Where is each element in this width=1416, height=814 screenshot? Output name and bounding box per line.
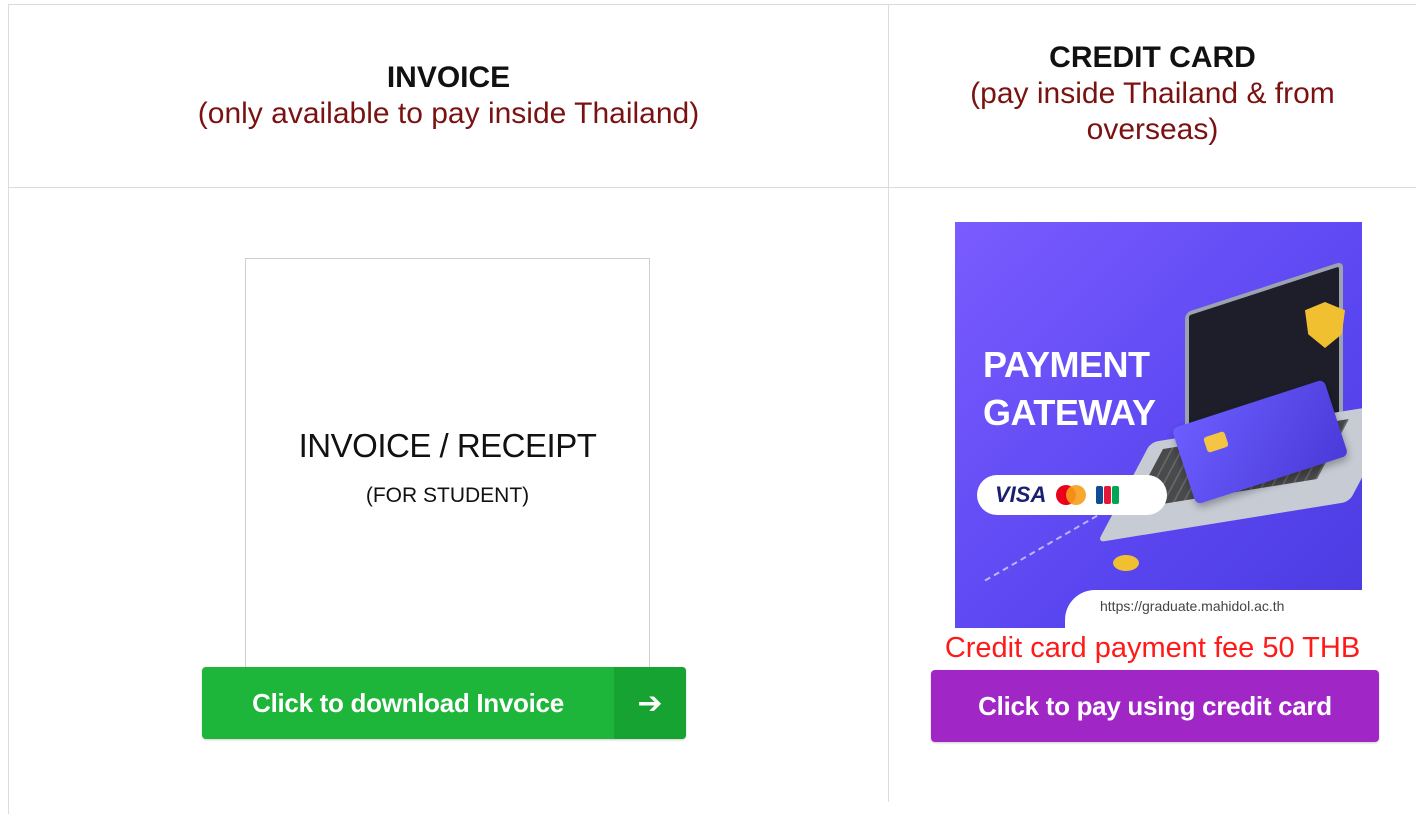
row-divider	[8, 187, 1416, 188]
payment-gateway-banner: PAYMENT GATEWAY VISA https://graduate.ma…	[955, 222, 1362, 628]
coin-icon	[1113, 555, 1139, 571]
download-invoice-button[interactable]: Click to download Invoice ➔	[202, 667, 686, 739]
visa-logo: VISA	[995, 482, 1047, 507]
banner-url: https://graduate.mahidol.ac.th	[1100, 598, 1285, 614]
jcb-logo	[1096, 486, 1120, 504]
mastercard-logo	[1056, 485, 1087, 505]
dashed-line-graphic	[984, 504, 1116, 582]
banner-line2: GATEWAY	[983, 392, 1156, 433]
invoice-receipt-subtitle: (FOR STUDENT)	[365, 484, 530, 507]
pay-credit-card-button[interactable]: Click to pay using credit card	[931, 670, 1379, 742]
banner-line1: PAYMENT	[983, 344, 1150, 385]
card-brands-pill: VISA	[977, 475, 1167, 515]
credit-card-fee-notice: Credit card payment fee 50 THB	[944, 632, 1361, 664]
invoice-receipt-title: INVOICE / RECEIPT	[298, 427, 597, 464]
credit-card-subtitle: (pay inside Thailand & from overseas)	[970, 77, 1335, 146]
invoice-receipt-image: INVOICE / RECEIPT (FOR STUDENT)	[245, 258, 650, 668]
invoice-subtitle: (only available to pay inside Thailand)	[197, 97, 700, 130]
invoice-title: INVOICE	[386, 61, 511, 94]
download-invoice-label: Click to download Invoice	[252, 687, 564, 718]
invoice-header: INVOICE (only available to pay inside Th…	[9, 60, 888, 132]
credit-card-header: CREDIT CARD (pay inside Thailand & from …	[889, 40, 1416, 148]
arrow-right-icon: ➔	[614, 667, 686, 739]
credit-card-title: CREDIT CARD	[1049, 41, 1256, 74]
